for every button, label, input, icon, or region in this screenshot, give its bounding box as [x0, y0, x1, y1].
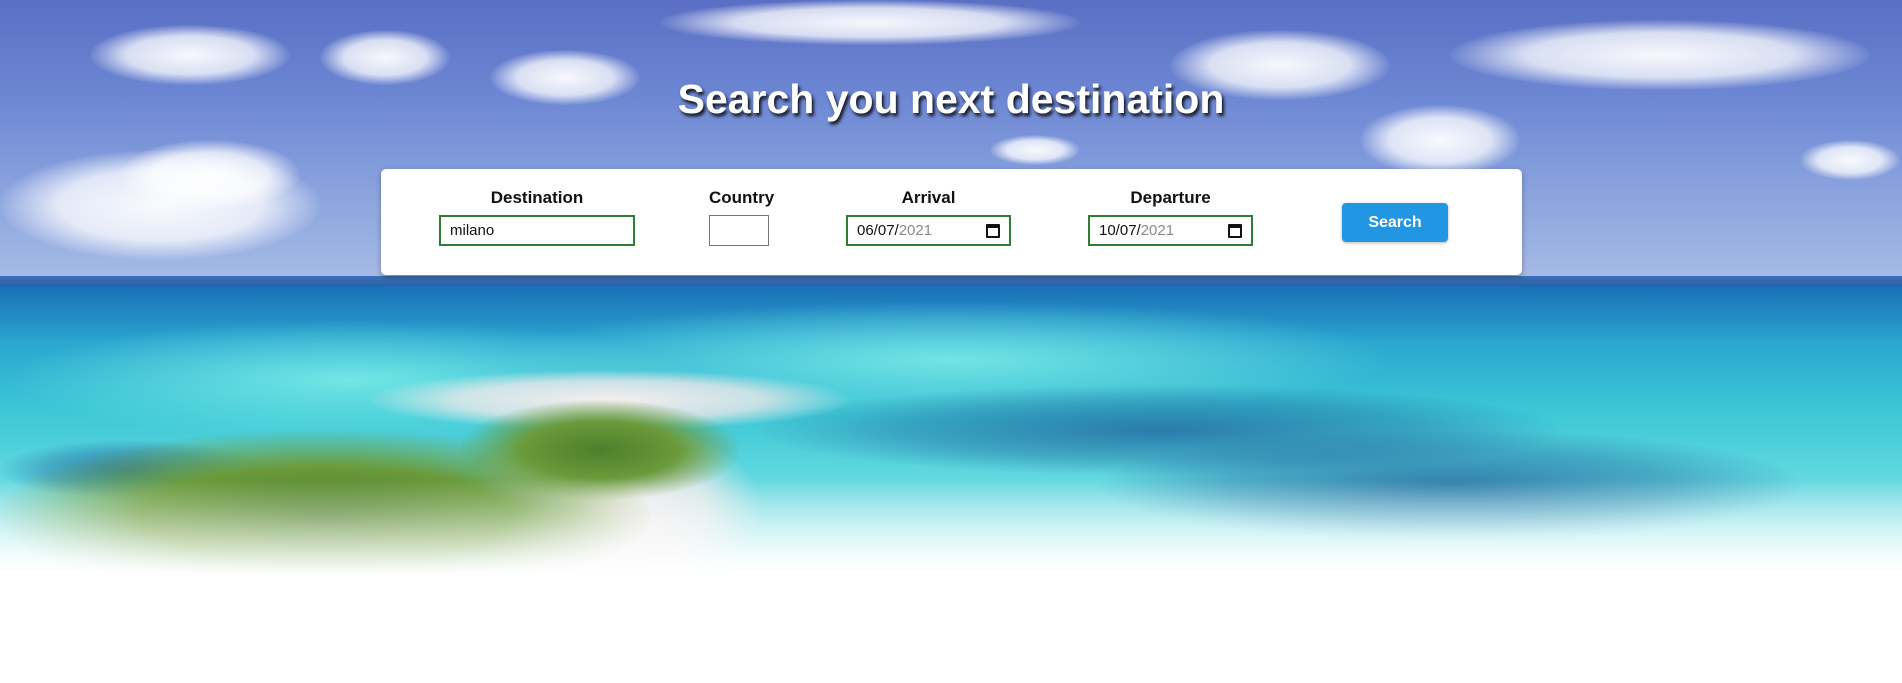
departure-date-value: 10/07/2021: [1099, 222, 1228, 239]
search-button[interactable]: Search: [1342, 203, 1448, 242]
bottom-fade: [0, 480, 1902, 600]
search-panel: Destination milano Country Arrival 06/07…: [381, 169, 1522, 275]
arrival-label: Arrival: [901, 188, 956, 207]
arrival-field-group: Arrival 06/07/2021: [846, 188, 1011, 246]
calendar-icon[interactable]: [986, 223, 1000, 238]
arrival-date-input[interactable]: 06/07/2021: [846, 215, 1011, 246]
arrival-date-value: 06/07/2021: [857, 222, 986, 239]
destination-input[interactable]: milano: [439, 215, 635, 246]
destination-label: Destination: [490, 188, 584, 207]
cloud: [1800, 140, 1900, 180]
country-input[interactable]: [709, 215, 769, 246]
cloud: [660, 0, 1080, 45]
cloud: [990, 135, 1080, 165]
country-label: Country: [709, 188, 775, 207]
departure-label: Departure: [1130, 188, 1211, 207]
page-title: Search you next destination: [677, 76, 1225, 122]
departure-year: 2021: [1140, 222, 1175, 239]
arrival-day-month: 06/07/: [857, 222, 899, 239]
country-field-group: Country: [709, 188, 775, 246]
destination-value: milano: [450, 222, 495, 239]
calendar-icon[interactable]: [1228, 223, 1242, 238]
departure-date-input[interactable]: 10/07/2021: [1088, 215, 1253, 246]
arrival-year: 2021: [898, 222, 933, 239]
departure-field-group: Departure 10/07/2021: [1088, 188, 1253, 246]
cloud: [120, 140, 300, 210]
destination-field-group: Destination milano: [439, 188, 635, 246]
departure-day-month: 10/07/: [1099, 222, 1141, 239]
